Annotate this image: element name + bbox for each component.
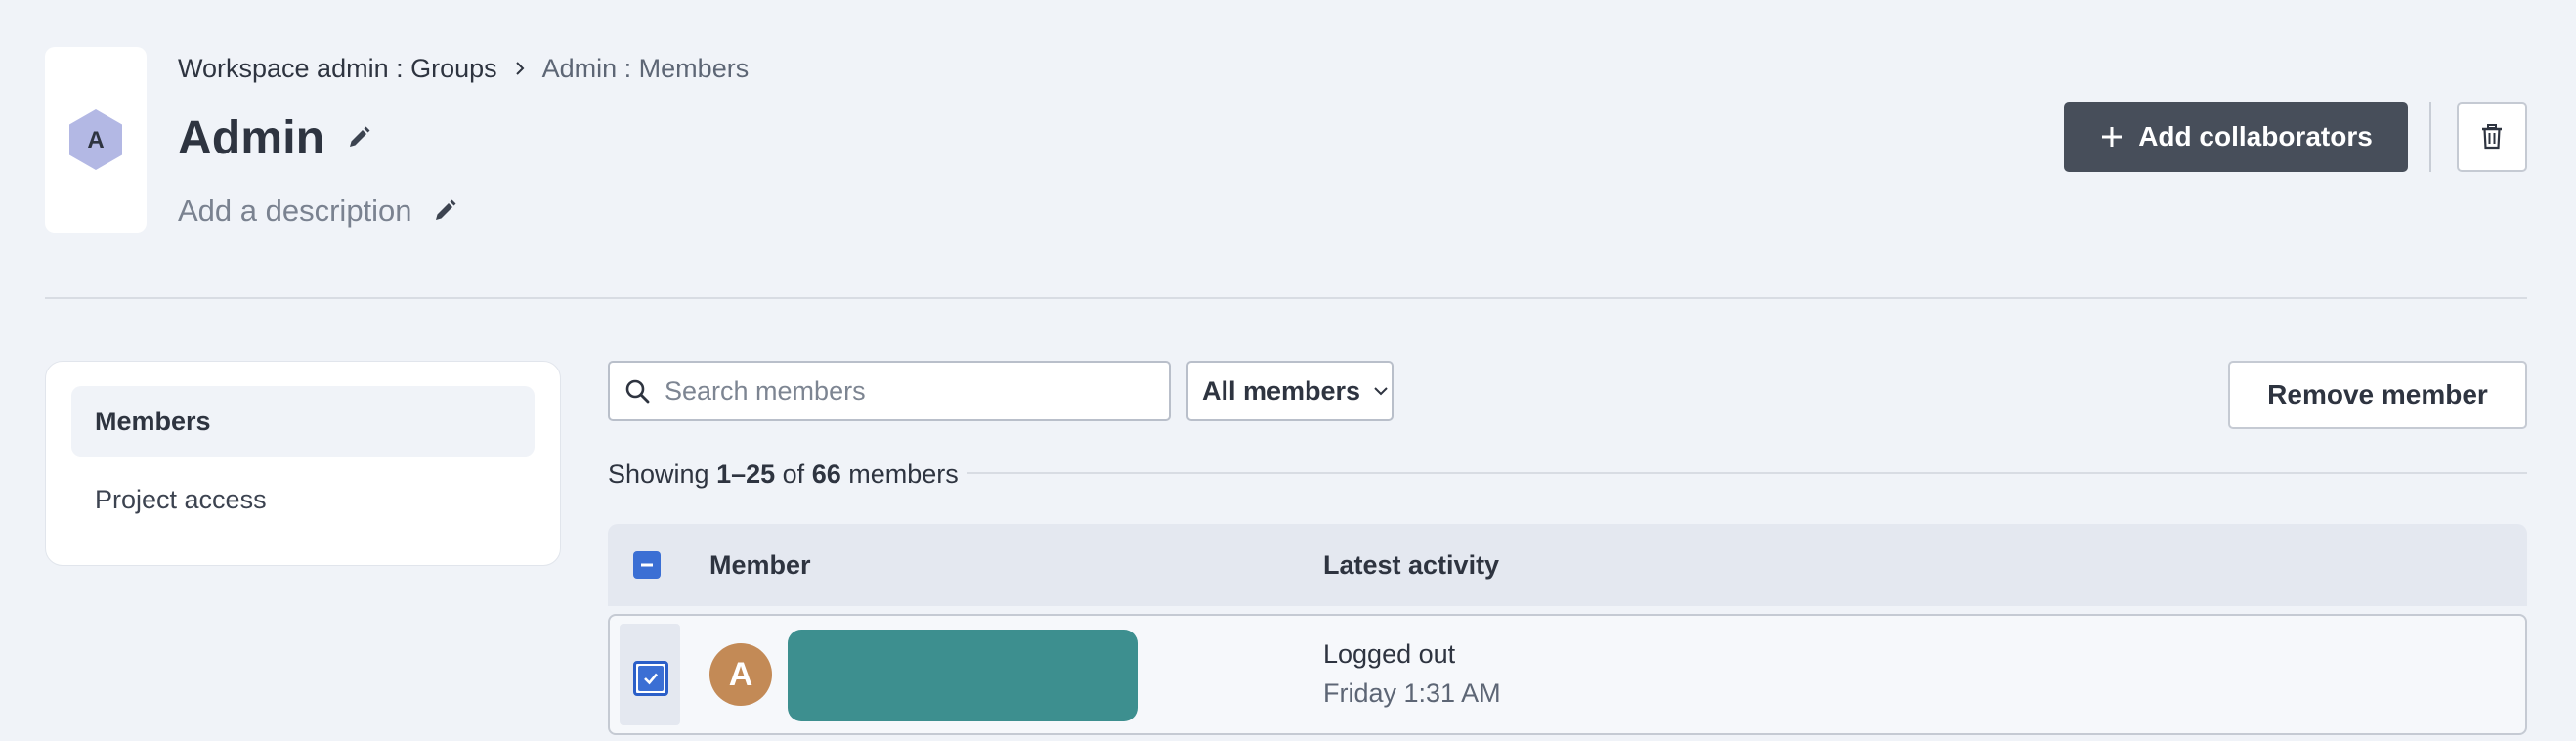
avatar: A xyxy=(709,643,772,706)
sidebar-nav: Members Project access xyxy=(45,361,561,566)
column-header-latest-activity[interactable]: Latest activity xyxy=(1323,524,1499,606)
pencil-icon[interactable] xyxy=(346,125,371,151)
sidebar-item-members[interactable]: Members xyxy=(71,386,535,457)
activity-time: Friday 1:31 AM xyxy=(1323,678,1501,708)
breadcrumb-parent-link[interactable]: Workspace admin : Groups xyxy=(178,54,497,84)
member-filter-value: All members xyxy=(1202,375,1361,406)
group-avatar-tile: A xyxy=(45,47,147,233)
description-row: Add a description xyxy=(178,192,457,231)
breadcrumb-current: Admin : Members xyxy=(541,53,750,83)
breadcrumb: Workspace admin : Groups Admin : Members xyxy=(178,51,749,86)
remove-member-label: Remove member xyxy=(2267,379,2488,410)
search-icon xyxy=(625,379,650,404)
delete-group-button[interactable] xyxy=(2457,102,2527,172)
plus-icon xyxy=(2102,127,2123,147)
pagination-divider xyxy=(967,472,2527,474)
chevron-down-icon xyxy=(1374,387,1388,396)
group-avatar-letter: A xyxy=(87,127,104,153)
header-divider xyxy=(2429,102,2431,172)
page-title: Admin xyxy=(178,111,325,164)
pagination-summary: Showing 1–25 of 66 members xyxy=(608,456,959,493)
pagination-suffix: members xyxy=(840,458,959,489)
sidebar-item-label: Project access xyxy=(95,484,267,514)
title-row: Admin xyxy=(178,106,371,170)
chevron-right-icon xyxy=(515,62,525,75)
add-collaborators-button[interactable]: Add collaborators xyxy=(2064,102,2408,172)
row-select-checkbox[interactable] xyxy=(633,661,668,696)
table-row[interactable]: A Logged out Friday 1:31 AM xyxy=(608,614,2527,735)
select-all-checkbox[interactable] xyxy=(633,551,661,579)
redacted-member-name xyxy=(788,630,1138,721)
remove-member-button[interactable]: Remove member xyxy=(2228,361,2527,429)
column-header-member[interactable]: Member xyxy=(709,524,811,606)
add-collaborators-label: Add collaborators xyxy=(2138,121,2373,152)
trash-icon xyxy=(2482,124,2502,150)
hexagon-icon: A xyxy=(69,109,122,170)
pagination-total: 66 xyxy=(811,458,841,489)
sidebar-item-label: Members xyxy=(95,406,211,436)
checkmark-icon xyxy=(644,673,658,685)
pagination-middle: of xyxy=(775,458,812,489)
member-filter-dropdown[interactable]: All members xyxy=(1186,361,1394,421)
indeterminate-checkbox-icon xyxy=(641,563,653,567)
sidebar-item-project-access[interactable]: Project access xyxy=(71,464,535,535)
header-divider-line xyxy=(45,297,2527,299)
description-placeholder[interactable]: Add a description xyxy=(178,194,412,229)
activity-status: Logged out xyxy=(1323,639,1456,669)
pagination-prefix: Showing xyxy=(608,458,717,489)
table-header: Member Latest activity xyxy=(608,524,2527,606)
search-input[interactable] xyxy=(665,375,1169,407)
pencil-icon[interactable] xyxy=(432,198,457,224)
search-field[interactable] xyxy=(608,361,1171,421)
row-select-cell xyxy=(620,624,680,725)
pagination-range: 1–25 xyxy=(716,458,776,489)
